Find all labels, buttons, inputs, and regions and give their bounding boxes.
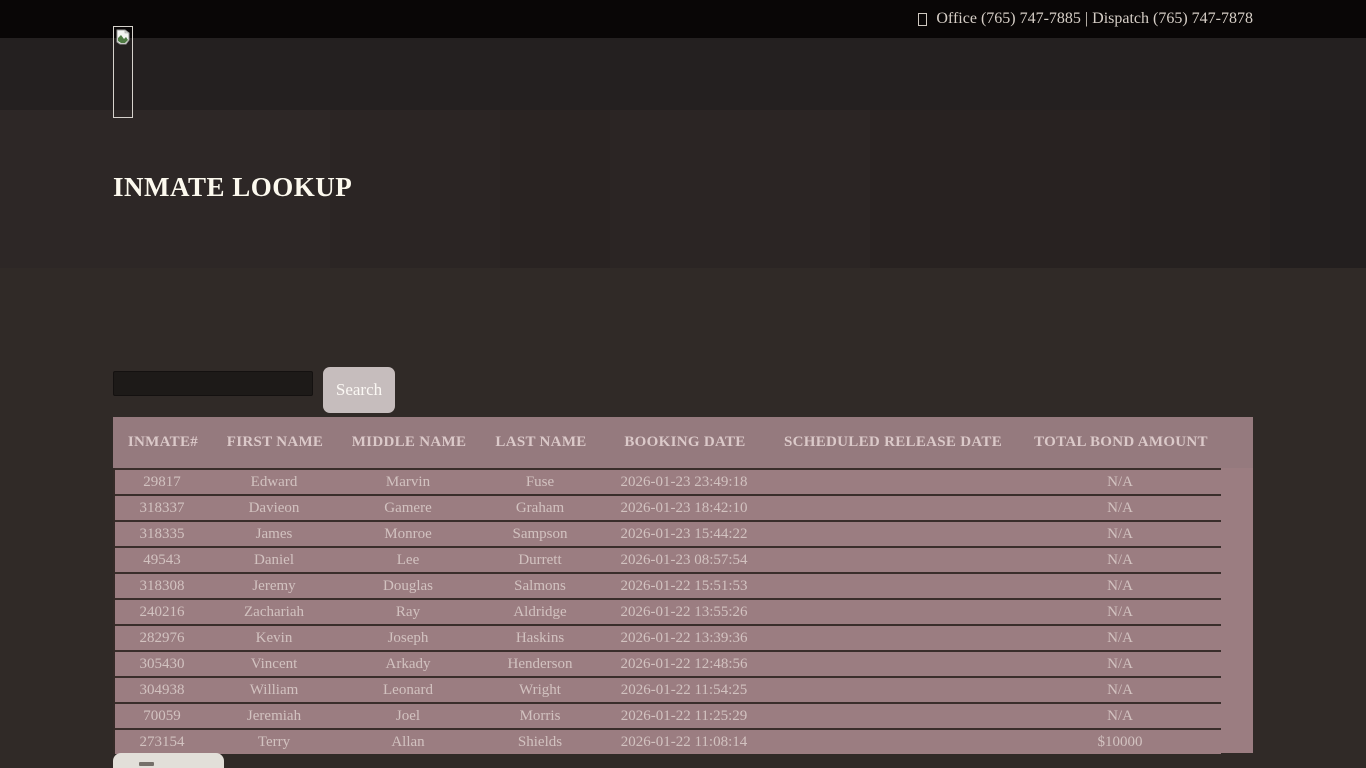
cell-bond: N/A xyxy=(1019,708,1221,725)
cell-booking: 2026-01-22 15:51:53 xyxy=(603,578,765,595)
cell-booking: 2026-01-22 11:25:29 xyxy=(603,708,765,725)
topbar: Office (765) 747-7885 | Dispatch (765) 7… xyxy=(0,0,1366,38)
topbar-phone-text: Office (765) 747-7885 | Dispatch (765) 7… xyxy=(936,10,1253,28)
cell-first: Jeremiah xyxy=(209,708,339,725)
cell-inmate: 318337 xyxy=(115,500,209,517)
cell-booking: 2026-01-22 11:54:25 xyxy=(603,682,765,699)
cell-booking: 2026-01-23 08:57:54 xyxy=(603,552,765,569)
cell-inmate: 29817 xyxy=(115,474,209,491)
cell-last: Haskins xyxy=(477,630,603,647)
cell-bond: N/A xyxy=(1019,682,1221,699)
search-button[interactable]: Search xyxy=(323,367,395,413)
broken-image-icon xyxy=(116,29,131,45)
cell-bond: N/A xyxy=(1019,474,1221,491)
nav-strip xyxy=(0,38,1366,110)
table-row[interactable]: 318308JeremyDouglasSalmons2026-01-22 15:… xyxy=(115,572,1221,598)
cell-last: Salmons xyxy=(477,578,603,595)
cell-booking: 2026-01-22 13:39:36 xyxy=(603,630,765,647)
table-row[interactable]: 282976KevinJosephHaskins2026-01-22 13:39… xyxy=(115,624,1221,650)
cell-inmate: 49543 xyxy=(115,552,209,569)
cell-middle: Arkady xyxy=(339,656,477,673)
table-row[interactable]: 240216ZachariahRayAldridge2026-01-22 13:… xyxy=(115,598,1221,624)
phone-icon xyxy=(918,13,927,26)
cell-first: Kevin xyxy=(209,630,339,647)
cell-first: Vincent xyxy=(209,656,339,673)
cell-bond: $10000 xyxy=(1019,734,1221,751)
cell-middle: Ray xyxy=(339,604,477,621)
page-title: INMATE LOOKUP xyxy=(113,172,352,203)
cell-middle: Allan xyxy=(339,734,477,751)
table-row[interactable]: 70059JeremiahJoelMorris2026-01-22 11:25:… xyxy=(115,702,1221,728)
cell-inmate: 305430 xyxy=(115,656,209,673)
table-row[interactable]: 49543DanielLeeDurrett2026-01-23 08:57:54… xyxy=(115,546,1221,572)
cell-last: Aldridge xyxy=(477,604,603,621)
cell-inmate: 304938 xyxy=(115,682,209,699)
table-row[interactable]: 318337DavieonGamereGraham2026-01-23 18:4… xyxy=(115,494,1221,520)
cell-inmate: 282976 xyxy=(115,630,209,647)
column-header: BOOKING DATE xyxy=(604,434,766,451)
table-row[interactable]: 304938WilliamLeonardWright2026-01-22 11:… xyxy=(115,676,1221,702)
cell-first: Zachariah xyxy=(209,604,339,621)
column-header: SCHEDULED RELEASE DATE xyxy=(766,434,1020,451)
cell-last: Shields xyxy=(477,734,603,751)
cell-inmate: 273154 xyxy=(115,734,209,751)
cell-first: Daniel xyxy=(209,552,339,569)
table-row[interactable]: 29817EdwardMarvinFuse2026-01-23 23:49:18… xyxy=(115,468,1221,494)
cell-booking: 2026-01-23 15:44:22 xyxy=(603,526,765,543)
column-header: MIDDLE NAME xyxy=(340,434,478,451)
cell-last: Wright xyxy=(477,682,603,699)
cell-inmate: 318335 xyxy=(115,526,209,543)
cell-middle: Douglas xyxy=(339,578,477,595)
site-logo-broken-image[interactable] xyxy=(113,26,133,118)
cell-bond: N/A xyxy=(1019,630,1221,647)
cell-first: Terry xyxy=(209,734,339,751)
cell-booking: 2026-01-22 12:48:56 xyxy=(603,656,765,673)
cell-booking: 2026-01-22 13:55:26 xyxy=(603,604,765,621)
table-row[interactable]: 273154TerryAllanShields2026-01-22 11:08:… xyxy=(115,728,1221,754)
cell-bond: N/A xyxy=(1019,578,1221,595)
column-header: TOTAL BOND AMOUNT xyxy=(1020,434,1222,451)
cell-last: Henderson xyxy=(477,656,603,673)
cell-middle: Leonard xyxy=(339,682,477,699)
table-body: 29817EdwardMarvinFuse2026-01-23 23:49:18… xyxy=(113,468,1253,753)
search-input[interactable] xyxy=(113,371,313,396)
cell-last: Sampson xyxy=(477,526,603,543)
cell-last: Durrett xyxy=(477,552,603,569)
cell-inmate: 318308 xyxy=(115,578,209,595)
cell-first: Edward xyxy=(209,474,339,491)
cell-bond: N/A xyxy=(1019,500,1221,517)
cell-inmate: 240216 xyxy=(115,604,209,621)
page: Office (765) 747-7885 | Dispatch (765) 7… xyxy=(0,0,1366,768)
cell-first: Davieon xyxy=(209,500,339,517)
cell-bond: N/A xyxy=(1019,604,1221,621)
cell-booking: 2026-01-23 18:42:10 xyxy=(603,500,765,517)
cell-bond: N/A xyxy=(1019,552,1221,569)
cell-booking: 2026-01-22 11:08:14 xyxy=(603,734,765,751)
cell-booking: 2026-01-23 23:49:18 xyxy=(603,474,765,491)
cell-first: William xyxy=(209,682,339,699)
cell-last: Morris xyxy=(477,708,603,725)
cell-bond: N/A xyxy=(1019,526,1221,543)
cell-middle: Marvin xyxy=(339,474,477,491)
cell-middle: Monroe xyxy=(339,526,477,543)
cell-first: Jeremy xyxy=(209,578,339,595)
cell-last: Graham xyxy=(477,500,603,517)
cell-last: Fuse xyxy=(477,474,603,491)
inmate-table: INMATE#FIRST NAMEMIDDLE NAMELAST NAMEBOO… xyxy=(113,417,1253,753)
cell-middle: Gamere xyxy=(339,500,477,517)
cell-middle: Joel xyxy=(339,708,477,725)
cell-first: James xyxy=(209,526,339,543)
cell-bond: N/A xyxy=(1019,656,1221,673)
column-header: FIRST NAME xyxy=(210,434,340,451)
table-row[interactable]: 318335JamesMonroeSampson2026-01-23 15:44… xyxy=(115,520,1221,546)
cell-inmate: 70059 xyxy=(115,708,209,725)
table-row[interactable]: 305430VincentArkadyHenderson2026-01-22 1… xyxy=(115,650,1221,676)
cell-middle: Lee xyxy=(339,552,477,569)
cell-middle: Joseph xyxy=(339,630,477,647)
column-header: LAST NAME xyxy=(478,434,604,451)
load-more-button-partial[interactable] xyxy=(113,753,224,768)
column-header: INMATE# xyxy=(116,434,210,451)
table-header-row: INMATE#FIRST NAMEMIDDLE NAMELAST NAMEBOO… xyxy=(113,417,1253,468)
